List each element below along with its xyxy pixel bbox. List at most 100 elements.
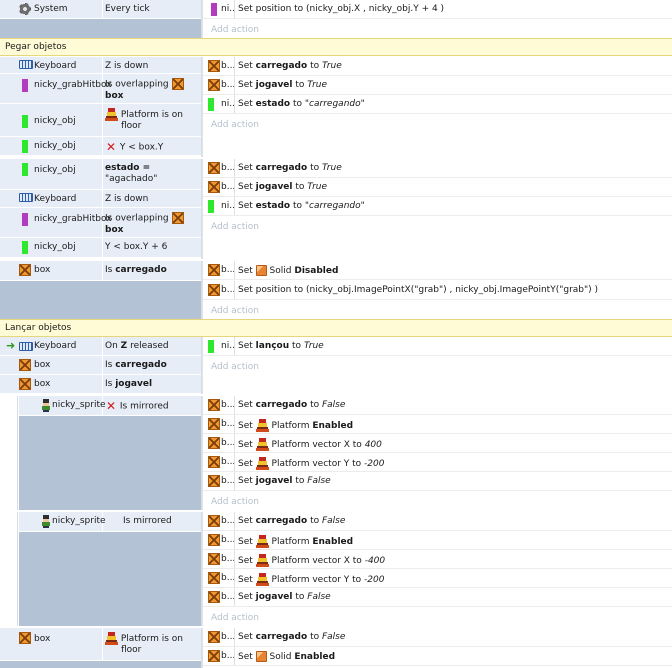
keyboard-icon [19,60,33,69]
action-verb: Set [238,80,253,90]
group-pegar-objetos[interactable]: Pegar objetos [0,38,672,56]
action-object-label: b... [221,285,235,295]
action-solid-enabled[interactable]: b... Set Solid Enabled [203,647,672,666]
condition-y-less-box-y[interactable]: nicky_obj ✕ Y < box.Y [0,137,201,156]
subevent-indent [0,396,18,510]
condition-keyboard-z-down[interactable]: Keyboard Z is down [0,190,201,208]
action-variable: jogavel [255,476,293,486]
group-lancar-objetos[interactable]: Lançar objetos [0,319,672,337]
add-action-link[interactable]: Add action [203,217,672,234]
action-set-carregado[interactable]: b... Set carregado to False [203,396,672,415]
action-object-label: ni... [221,4,235,14]
action-solid-disabled[interactable]: b... Set Solid Disabled [203,261,672,280]
action-set-estado[interactable]: ni... Set estado to "carregando" [203,197,672,216]
condition-object-label: nicky_obj [34,116,76,126]
nicky-sprite-icon [40,399,52,412]
solid-behavior-icon [255,265,267,276]
action-set-carregado[interactable]: b... Set carregado to False [203,628,672,647]
condition-is-carregado[interactable]: box Is carregado [0,356,201,375]
action-set-carregado[interactable]: b... Set carregado to True [203,57,672,76]
action-verb: Set [238,592,253,602]
condition-every-tick[interactable]: System Every tick [0,0,201,19]
action-set-lancou[interactable]: ni... Set lançou to True [203,337,672,356]
action-vector-x[interactable]: b... Set Platform vector X to -400 [203,550,672,569]
condition-is-overlapping[interactable]: nicky_grabHitbox Is overlapping box [0,208,201,238]
action-value: True [307,182,328,192]
action-verb: Set [238,537,253,547]
condition-object-label: System [34,4,68,14]
condition-text: Is [105,265,113,275]
condition-platform-on-floor[interactable]: nicky_obj Platform is on floor [0,104,201,137]
action-set-estado[interactable]: ni... Set estado to "carregando" [203,95,672,114]
action-set-position[interactable]: ni... Set position to (nicky_obj.X , nic… [203,0,672,19]
action-verb: Set [238,652,253,662]
actions-area: b... Set carregado to False b... Set Sol… [202,628,672,668]
condition-on-z-released[interactable]: ➜ Keyboard On Z released [0,337,201,356]
condition-y-less-box-y-6[interactable]: nicky_obj Y < box.Y + 6 [0,238,201,258]
action-vector-y[interactable]: b... Set Platform vector Y to -200 [203,453,672,472]
action-set-carregado[interactable]: b... Set carregado to True [203,159,672,178]
action-value: True [307,80,328,90]
action-to: to [295,182,305,192]
subevent-mirrored[interactable]: nicky_sprite ✕ Is mirrored b... Set carr… [0,396,672,510]
add-action-link[interactable]: Add action [203,115,672,132]
group-title: Lançar objetos [5,323,72,333]
condition-object-label: nicky_obj [34,141,76,151]
action-behavior: Platform [271,537,310,547]
condition-text: Is overlapping [105,213,169,224]
event-pegar-1[interactable]: Keyboard Z is down nicky_grabHitbox Is o… [0,57,672,157]
condition-keyboard-z-down[interactable]: Keyboard Z is down [0,57,201,74]
action-object-label: b... [221,419,235,429]
condition-is-carregado[interactable]: box Is carregado [0,261,201,281]
action-object-label: b... [221,265,235,275]
event-box-carregado[interactable]: box Is carregado b... Set Solid Disabled… [0,261,672,319]
action-object-label: b... [221,457,235,467]
action-value: False [321,516,346,526]
condition-platform-on-floor[interactable]: box Platform is on floor [0,628,201,661]
action-platform-enabled[interactable]: b... Set Platform Enabled [203,531,672,550]
conditions-area: nicky_sprite ✕ Is mirrored [19,396,202,510]
condition-param: carregado [115,360,167,370]
condition-is-mirrored[interactable]: nicky_sprite Is mirrored [19,512,201,532]
box-icon [208,399,220,411]
action-vector-y[interactable]: b... Set Platform vector Y to -200 [203,569,672,588]
add-action-link[interactable]: Add action [203,608,672,625]
condition-is-jogavel[interactable]: box Is jogavel [0,375,201,394]
action-verb: Set [238,440,253,450]
event-box-on-floor[interactable]: box Platform is on floor b... Set carreg… [0,628,672,668]
condition-is-overlapping[interactable]: nicky_grabHitbox Is overlapping box [0,74,201,104]
action-to: to [292,341,302,351]
action-vector-x[interactable]: b... Set Platform vector X to 400 [203,434,672,453]
sprite-color-icon [208,200,214,213]
action-set-jogavel[interactable]: b... Set jogavel to True [203,178,672,197]
condition-text: estado = [105,163,151,173]
condition-object-label: Keyboard [34,61,77,71]
event-every-tick[interactable]: System Every tick ni... Set position to … [0,0,672,38]
action-value: Enabled [294,652,336,662]
sprite-color-icon [208,340,214,353]
condition-is-mirrored-inverted[interactable]: nicky_sprite ✕ Is mirrored [19,396,201,416]
action-set-position-grab[interactable]: b... Set position to (nicky_obj.ImagePoi… [203,281,672,300]
action-object-label: b... [221,651,235,661]
add-action-link[interactable]: Add action [203,20,672,37]
add-action-link[interactable]: Add action [203,301,672,318]
event-pegar-2[interactable]: nicky_obj estado = "agachado" Keyboard Z … [0,159,672,259]
condition-param: box [105,224,124,235]
add-action-link[interactable]: Add action [203,492,672,509]
subevent-not-mirrored[interactable]: nicky_sprite Is mirrored b... Set carreg… [0,512,672,626]
action-set-jogavel[interactable]: b... Set jogavel to True [203,76,672,95]
action-to: to [310,400,320,410]
action-variable: estado [255,201,291,211]
event-z-released[interactable]: ➜ Keyboard On Z released box Is carregado… [0,337,672,394]
action-platform-enabled[interactable]: b... Set Platform Enabled [203,415,672,434]
box-icon [208,631,220,643]
condition-object-label: box [34,265,51,275]
condition-text: Is mirrored [119,401,169,412]
action-set-carregado[interactable]: b... Set carregado to False [203,512,672,531]
action-object-label: ni... [221,99,235,109]
action-set-jogavel[interactable]: b... Set jogavel to False [203,472,672,491]
action-set-jogavel[interactable]: b... Set jogavel to False [203,588,672,607]
add-action-link[interactable]: Add action [203,357,672,374]
condition-estado-agachado[interactable]: nicky_obj estado = "agachado" [0,159,201,190]
keyboard-icon [19,341,33,351]
